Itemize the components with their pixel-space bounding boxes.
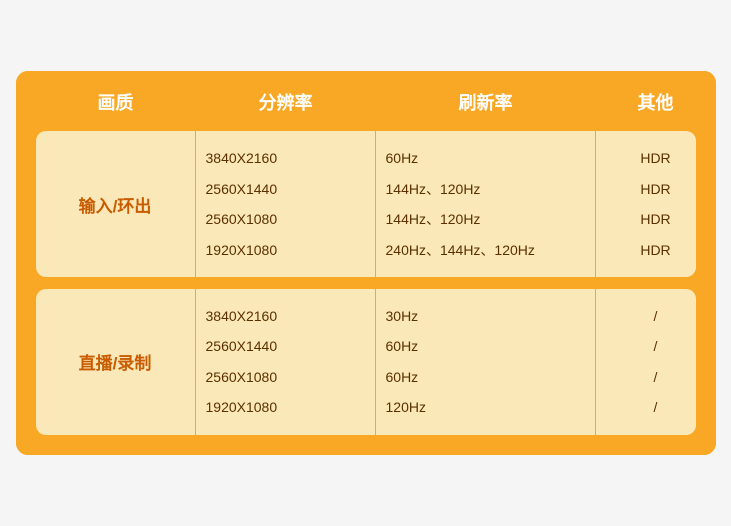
row-other-input: HDR HDR HDR HDR	[596, 131, 716, 277]
header-other: 其他	[596, 89, 716, 115]
header-resolution: 分辨率	[196, 89, 376, 115]
res-cell: 2560X1080	[206, 366, 365, 388]
specs-table: 画质 分辨率 刷新率 其他 输入/环出 3840X2160 2560X1440 …	[16, 71, 716, 454]
res-cell: 3840X2160	[206, 305, 365, 327]
table-header: 画质 分辨率 刷新率 其他	[16, 71, 716, 131]
refresh-cell: 144Hz、120Hz	[386, 208, 585, 230]
row-label-stream: 直播/录制	[36, 289, 196, 435]
res-cell: 2560X1440	[206, 335, 365, 357]
res-cell: 1920X1080	[206, 239, 365, 261]
other-cell: HDR	[606, 208, 706, 230]
row-other-stream: / / / /	[596, 289, 716, 435]
row-refresh-input: 60Hz 144Hz、120Hz 144Hz、120Hz 240Hz、144Hz…	[376, 131, 596, 277]
row-label-input: 输入/环出	[36, 131, 196, 277]
other-cell: /	[606, 396, 706, 418]
refresh-cell: 120Hz	[386, 396, 585, 418]
other-cell: /	[606, 335, 706, 357]
res-cell: 2560X1440	[206, 178, 365, 200]
other-cell: /	[606, 366, 706, 388]
row-resolutions-stream: 3840X2160 2560X1440 2560X1080 1920X1080	[196, 289, 376, 435]
header-quality: 画质	[36, 89, 196, 115]
other-cell: /	[606, 305, 706, 327]
table-body: 输入/环出 3840X2160 2560X1440 2560X1080 1920…	[16, 131, 716, 454]
refresh-cell: 240Hz、144Hz、120Hz	[386, 239, 585, 261]
row-refresh-stream: 30Hz 60Hz 60Hz 120Hz	[376, 289, 596, 435]
refresh-cell: 60Hz	[386, 335, 585, 357]
refresh-cell: 144Hz、120Hz	[386, 178, 585, 200]
other-cell: HDR	[606, 178, 706, 200]
refresh-cell: 60Hz	[386, 366, 585, 388]
other-cell: HDR	[606, 239, 706, 261]
row-resolutions-input: 3840X2160 2560X1440 2560X1080 1920X1080	[196, 131, 376, 277]
refresh-cell: 30Hz	[386, 305, 585, 327]
other-cell: HDR	[606, 147, 706, 169]
table-row: 直播/录制 3840X2160 2560X1440 2560X1080 1920…	[36, 289, 696, 435]
table-row: 输入/环出 3840X2160 2560X1440 2560X1080 1920…	[36, 131, 696, 277]
res-cell: 3840X2160	[206, 147, 365, 169]
header-refresh: 刷新率	[376, 89, 596, 115]
res-cell: 2560X1080	[206, 208, 365, 230]
res-cell: 1920X1080	[206, 396, 365, 418]
refresh-cell: 60Hz	[386, 147, 585, 169]
